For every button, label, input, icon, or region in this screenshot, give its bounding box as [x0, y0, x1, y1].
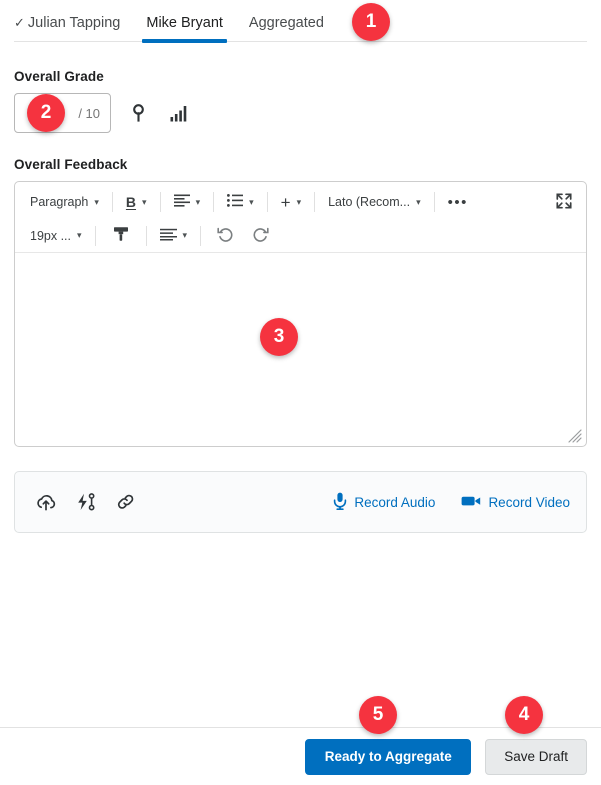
video-camera-icon [461, 494, 488, 511]
overall-feedback-label: Overall Feedback [14, 157, 128, 172]
insert-button[interactable]: + ▾ [275, 188, 307, 216]
grade-statistics-icon[interactable] [165, 98, 195, 128]
plus-icon: + [280, 192, 291, 212]
bold-button[interactable]: B ▾ [120, 188, 153, 216]
record-video-button[interactable]: Record Video [461, 494, 570, 511]
font-family-select[interactable]: Lato (Recom... ▾ [322, 188, 427, 216]
more-options-button[interactable]: ••• [442, 188, 474, 216]
chevron-down-icon: ▾ [77, 230, 82, 240]
paragraph-format-select[interactable]: Paragraph ▾ [24, 188, 105, 216]
toolbar-divider [266, 192, 268, 212]
toolbar-divider [433, 192, 435, 212]
tab-julian-tapping[interactable]: ✓ Julian Tapping [14, 14, 133, 42]
action-footer: Ready to Aggregate Save Draft [0, 728, 601, 785]
attachment-toolbar: Record Audio Record Video [14, 471, 587, 533]
record-audio-button[interactable]: Record Audio [333, 492, 435, 513]
align-button[interactable]: ▾ [168, 188, 207, 216]
rubric-key-icon[interactable] [123, 98, 153, 128]
upload-cloud-icon[interactable] [31, 487, 61, 517]
editor-resize-handle[interactable] [568, 429, 582, 443]
editor-toolbar-row-1: Paragraph ▾ B ▾ ▾ ▾ + ▾ Lato (Recom... ▾… [15, 185, 586, 219]
evaluation-tab-bar: ✓ Julian Tapping Mike Bryant Aggregated [14, 0, 587, 43]
toolbar-divider [145, 225, 147, 246]
annotation-badge-3: 3 [260, 318, 298, 356]
toolbar-divider [314, 192, 316, 212]
ready-to-aggregate-button[interactable]: Ready to Aggregate [305, 738, 472, 775]
chevron-down-icon: ▾ [142, 196, 147, 207]
toolbar-divider [213, 192, 215, 212]
undo-button[interactable] [208, 222, 243, 250]
format-painter-button[interactable] [103, 222, 139, 250]
chevron-down-icon: ▾ [94, 196, 99, 207]
overall-grade-label: Overall Grade [14, 69, 104, 84]
redo-button[interactable] [243, 222, 278, 250]
insert-link-icon[interactable] [111, 487, 141, 517]
annotation-badge-4: 4 [505, 696, 543, 734]
feedback-editor: Paragraph ▾ B ▾ ▾ ▾ + ▾ Lato (Recom... ▾… [14, 181, 587, 447]
toolbar-divider [159, 192, 161, 212]
fullscreen-button[interactable] [550, 188, 578, 216]
ellipsis-icon: ••• [447, 193, 468, 211]
font-size-select[interactable]: 19px ... ▾ [24, 222, 88, 250]
grade-denominator: / 10 [78, 105, 100, 121]
check-icon: ✓ [14, 14, 25, 30]
feedback-editor-body[interactable] [15, 253, 586, 449]
annotation-badge-1: 1 [352, 3, 390, 41]
list-button[interactable]: ▾ [221, 188, 260, 216]
undo-icon [217, 227, 234, 245]
tab-label: Mike Bryant [146, 14, 223, 31]
annotation-badge-2: 2 [27, 94, 65, 132]
chevron-down-icon: ▾ [249, 196, 254, 207]
tab-mike-bryant[interactable]: Mike Bryant [133, 14, 236, 43]
toolbar-divider [94, 225, 96, 246]
record-video-label: Record Video [488, 494, 570, 510]
align-left-icon [173, 194, 190, 210]
tab-aggregated[interactable]: Aggregated [236, 14, 337, 42]
paragraph-format-label: Paragraph [30, 195, 89, 209]
line-height-icon [159, 228, 177, 244]
chevron-down-icon: ▾ [416, 196, 421, 207]
save-draft-button[interactable]: Save Draft [485, 738, 587, 775]
toolbar-divider [111, 192, 113, 212]
bulleted-list-icon [227, 194, 244, 210]
font-size-label: 19px ... [30, 228, 71, 243]
annotation-badge-5: 5 [359, 696, 397, 734]
bold-label: B [125, 194, 137, 210]
toolbar-divider [200, 225, 202, 246]
chevron-down-icon: ▾ [195, 196, 201, 207]
redo-icon [252, 227, 269, 245]
editor-toolbar-row-2: 19px ... ▾ ▾ [15, 219, 586, 253]
line-height-button[interactable]: ▾ [154, 222, 194, 250]
chevron-down-icon: ▾ [296, 196, 302, 207]
chevron-down-icon: ▾ [182, 230, 188, 240]
record-audio-label: Record Audio [354, 494, 436, 510]
tab-label: Aggregated [248, 14, 324, 31]
format-painter-icon [113, 226, 129, 245]
tab-label: Julian Tapping [27, 14, 121, 31]
quicklink-icon[interactable] [71, 487, 101, 517]
fullscreen-icon [556, 192, 572, 212]
microphone-icon [333, 492, 354, 513]
font-family-label: Lato (Recom... [328, 195, 411, 209]
